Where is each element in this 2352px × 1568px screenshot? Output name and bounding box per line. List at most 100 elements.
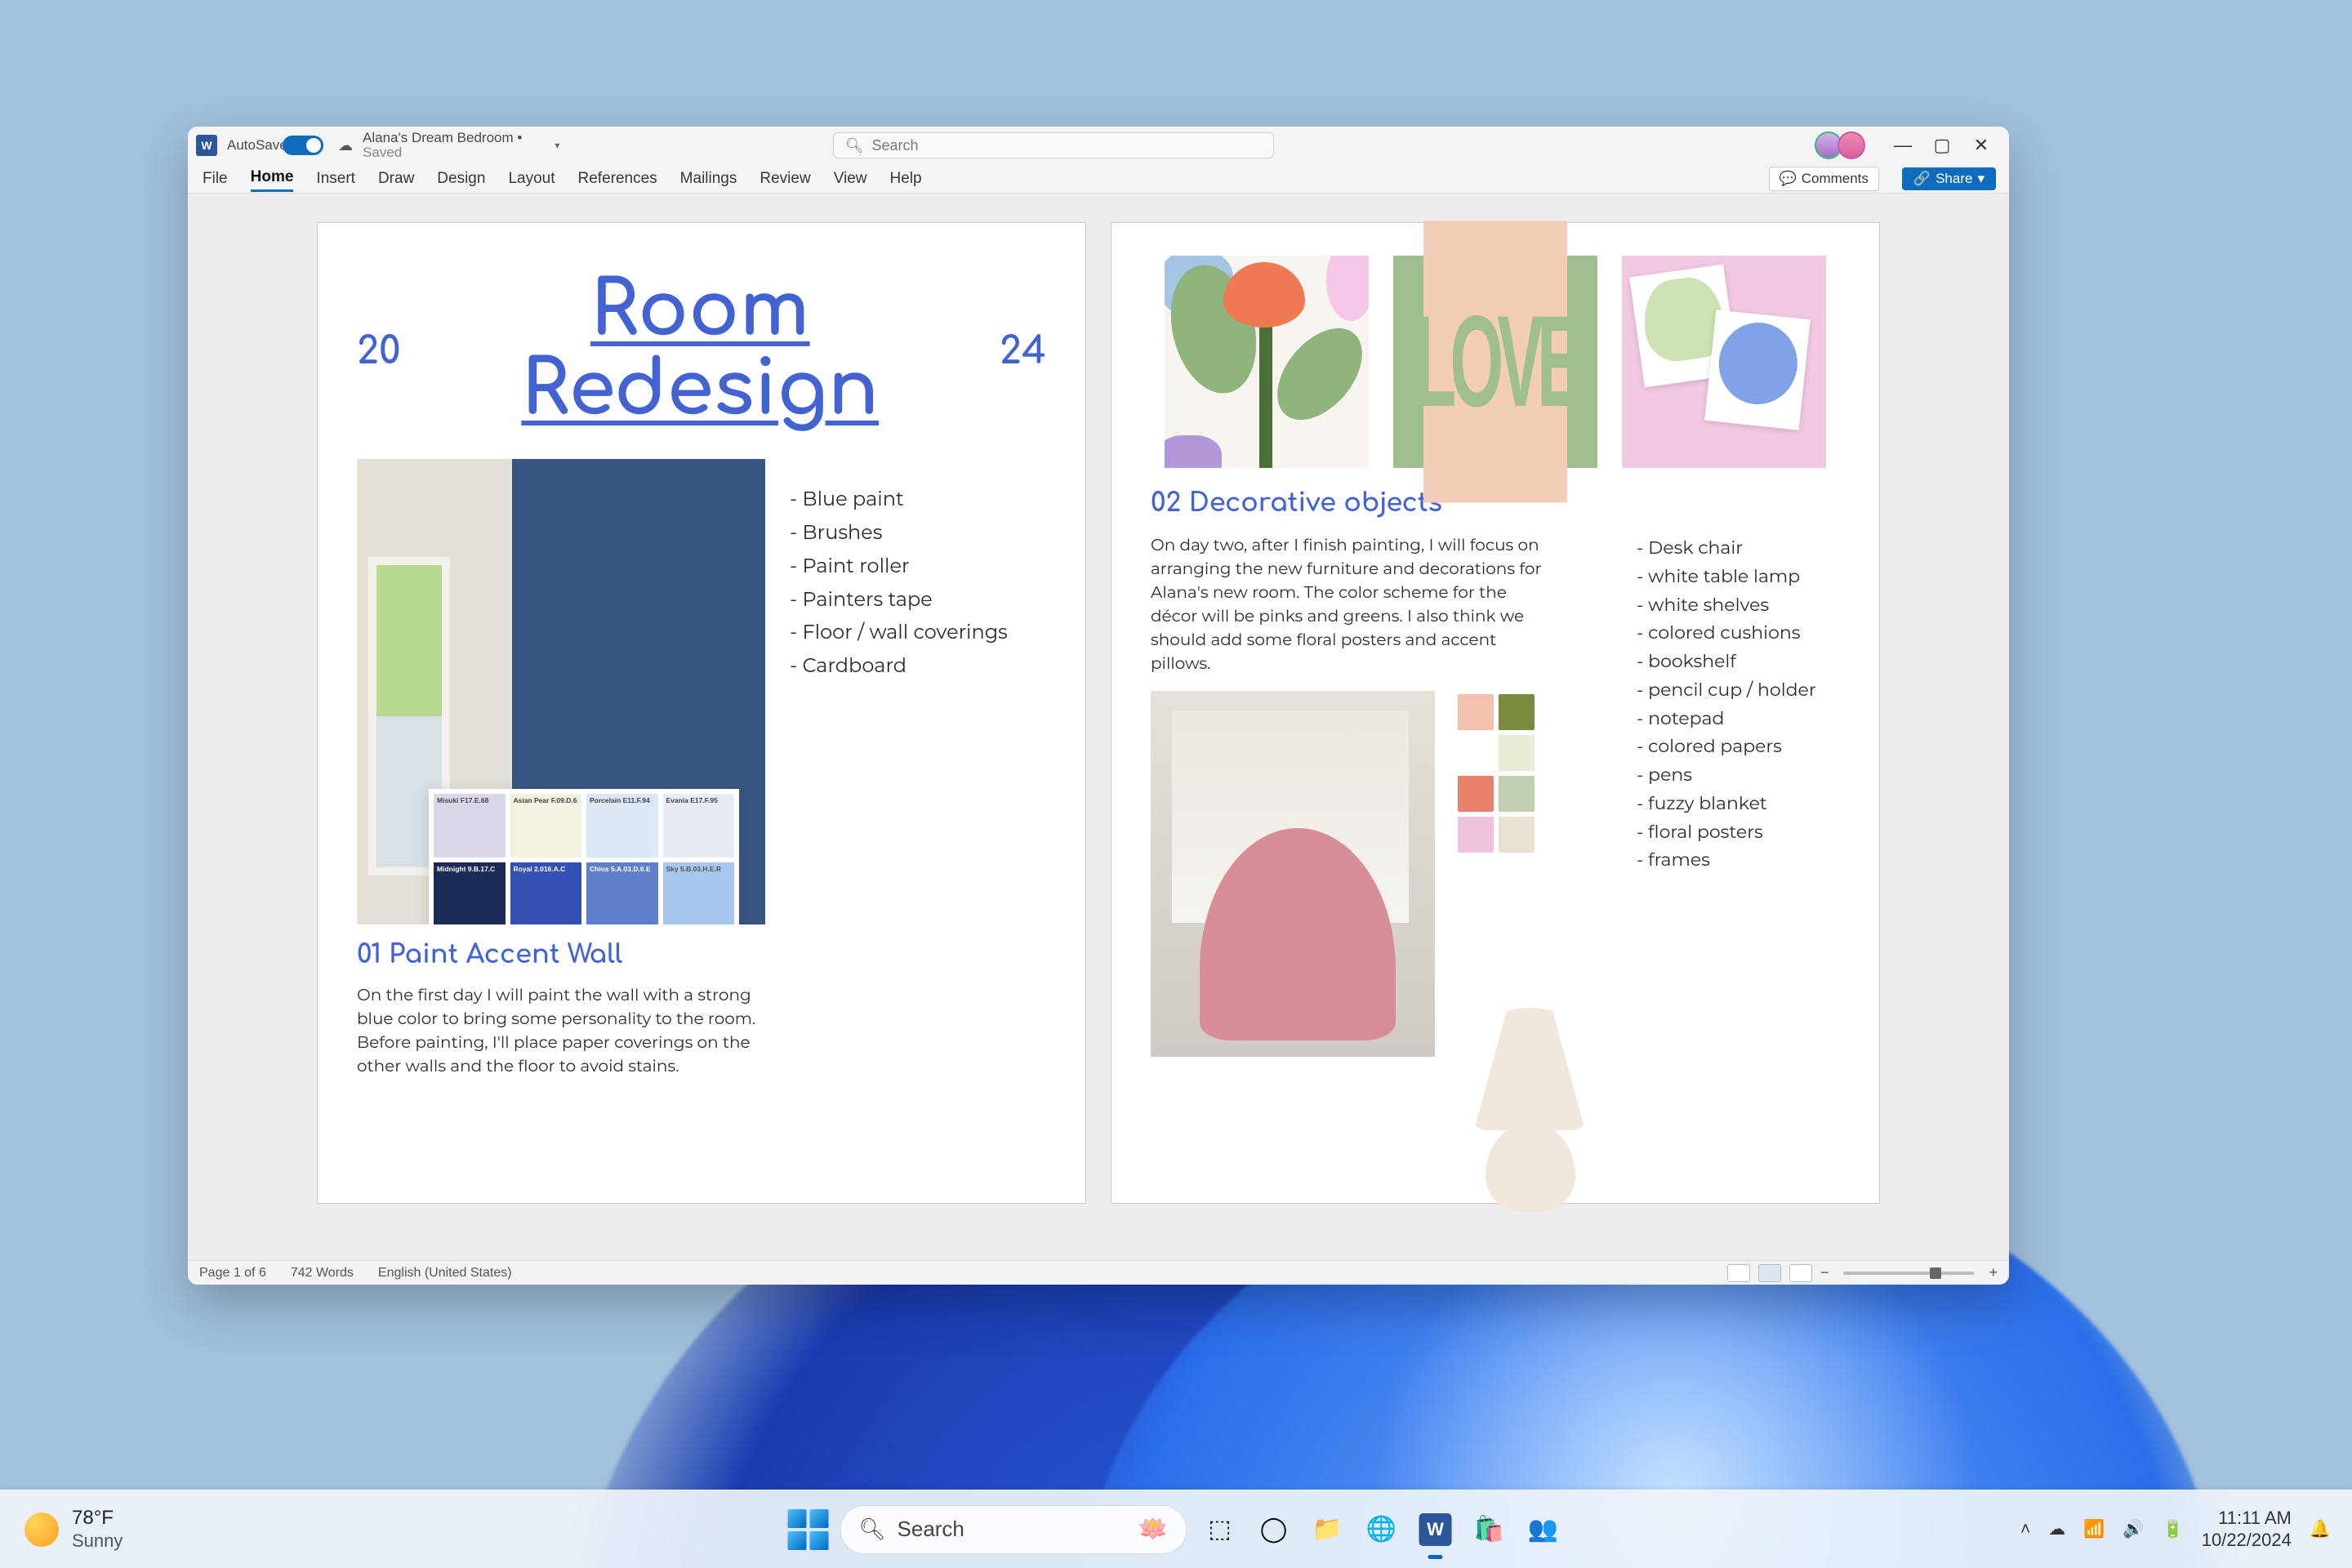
onedrive-icon[interactable]: ☁ [2048,1519,2065,1539]
list-item: fuzzy blanket [1637,790,1816,818]
restore-button[interactable]: ▢ [1934,137,1950,154]
taskbar-search[interactable]: 🔍︎ Search 🪷 [840,1505,1187,1554]
comments-button[interactable]: 💬 Comments [1769,167,1879,191]
weather-condition: Sunny [72,1530,122,1552]
tab-layout[interactable]: Layout [508,167,555,191]
wifi-icon[interactable]: 📶 [2083,1520,2105,1539]
flower-art [1165,256,1369,468]
list-item: white shelves [1637,591,1816,620]
weather-temp: 78°F [72,1507,122,1530]
status-bar: Page 1 of 6 742 Words English (United St… [188,1260,2009,1285]
tab-view[interactable]: View [834,167,867,191]
avatar[interactable] [1838,131,1865,159]
accent-swatches [1458,694,1601,853]
tab-insert[interactable]: Insert [316,167,355,191]
list-item: Floor / wall coverings [790,617,1046,650]
swatch [1499,735,1535,771]
weather-icon [24,1512,59,1547]
status-page[interactable]: Page 1 of 6 [199,1266,266,1281]
document-canvas[interactable]: 20 RoomRedesign 24 Misuki F17.E.68 Asian… [188,194,2009,1260]
minimize-button[interactable]: — [1895,137,1911,154]
swatch [1499,817,1535,853]
teams-icon[interactable]: 👥 [1522,1508,1565,1551]
edge-icon[interactable]: 🌐 [1361,1508,1403,1551]
share-button[interactable]: 🔗 Share ▾ [1902,167,1996,190]
list-item: pencil cup / holder [1637,676,1816,705]
chevron-down-icon: ▾ [1977,171,1984,187]
clock[interactable]: 11:11 AM 10/22/2024 [2202,1508,2292,1551]
autosave-toggle[interactable] [283,136,323,155]
start-button[interactable] [788,1509,829,1550]
search-icon: 🔍︎ [859,1517,886,1542]
list-item: Paint roller [790,550,1046,584]
tab-mailings[interactable]: Mailings [680,167,737,191]
notifications-icon[interactable]: 🔔 [2310,1520,2331,1539]
autosave-label: AutoSave [227,138,273,153]
tab-help[interactable]: Help [890,167,922,191]
file-explorer-icon[interactable]: 📁 [1307,1508,1349,1551]
list-item: Cardboard [790,650,1046,684]
swatch [1499,694,1535,730]
room-photo: Misuki F17.E.68 Asian Pear F.09.D.6 Porc… [357,459,765,924]
search-icon: 🔍︎ [845,137,864,154]
page-2[interactable]: LOVE 02 Decorative objects On day two, a… [1111,223,1879,1203]
chair-photo [1151,691,1435,1057]
zoom-out[interactable]: − [1820,1264,1829,1281]
upload-status-icon: ☁ [338,137,353,154]
swatch: Midnight 9.B.17.C [434,862,506,924]
list-item: floral posters [1637,818,1816,847]
view-focus[interactable] [1727,1264,1750,1282]
list-item: Brushes [790,517,1046,550]
zoom-in[interactable]: + [1989,1264,1998,1281]
swatch: Evania E17.F.95 [663,794,735,858]
love-art: LOVE [1393,256,1597,468]
taskbar: 78°F Sunny 🔍︎ Search 🪷 ⬚ ◯ 📁 🌐 W 🛍️ 👥 ˄ … [0,1490,2352,1568]
tab-references[interactable]: References [578,167,657,191]
swatch: Porcelain E11.F.94 [586,794,658,858]
word-icon: W [196,135,217,156]
comment-icon: 💬 [1780,171,1797,187]
status-language[interactable]: English (United States) [378,1266,512,1281]
status-words[interactable]: 742 Words [291,1266,354,1281]
lamp-illustration [1458,1000,1601,1212]
list-item: frames [1637,846,1816,875]
swatch: Misuki F17.E.68 [434,794,506,858]
tab-home[interactable]: Home [251,165,294,192]
tab-draw[interactable]: Draw [378,167,414,191]
swatch [1458,776,1494,812]
page-1[interactable]: 20 RoomRedesign 24 Misuki F17.E.68 Asian… [318,223,1085,1203]
title-bar: W AutoSave ☁ Alana's Dream Bedroom • Sav… [188,127,2009,164]
title-search-input[interactable]: 🔍︎ Search [833,132,1274,158]
document-dropdown[interactable]: ▾ [555,140,559,151]
color-palette: Misuki F17.E.68 Asian Pear F.09.D.6 Porc… [429,789,739,924]
swatch: Asian Pear F.09.D.6 [510,794,582,858]
word-taskbar-icon[interactable]: W [1414,1508,1457,1551]
close-button[interactable]: ✕ [1973,137,1989,154]
battery-icon[interactable]: 🔋 [2163,1520,2184,1539]
tab-design[interactable]: Design [437,167,485,191]
presence-avatars[interactable] [1820,131,1865,159]
list-item: bookshelf [1637,648,1816,676]
section-body-02: On day two, after I finish painting, I w… [1151,534,1543,676]
shopping-list: Desk chair white table lamp white shelve… [1637,534,1816,1212]
section-body-01: On the first day I will paint the wall w… [357,984,765,1079]
copilot-icon[interactable]: ◯ [1253,1508,1295,1551]
supplies-list: Blue paint Brushes Paint roller Painters… [790,459,1046,924]
tab-file[interactable]: File [203,167,228,191]
view-print-layout[interactable] [1758,1264,1781,1282]
list-item: notepad [1637,705,1816,733]
zoom-slider[interactable] [1843,1272,1974,1275]
tab-review[interactable]: Review [760,167,810,191]
weather-widget[interactable]: 78°F Sunny [0,1507,122,1552]
year-left: 20 [357,330,401,372]
taskbar-center: 🔍︎ Search 🪷 ⬚ ◯ 📁 🌐 W 🛍️ 👥 [788,1505,1565,1554]
document-name[interactable]: Alana's Dream Bedroom • Saved [363,131,522,160]
view-web-layout[interactable] [1789,1264,1812,1282]
task-view-icon[interactable]: ⬚ [1199,1508,1241,1551]
volume-icon[interactable]: 🔊 [2123,1520,2144,1539]
store-icon[interactable]: 🛍️ [1468,1508,1511,1551]
list-item: white table lamp [1637,563,1816,591]
lotus-icon: 🪷 [1138,1515,1168,1544]
polaroid-art [1622,256,1826,468]
tray-chevron-icon[interactable]: ˄ [2020,1520,2030,1539]
